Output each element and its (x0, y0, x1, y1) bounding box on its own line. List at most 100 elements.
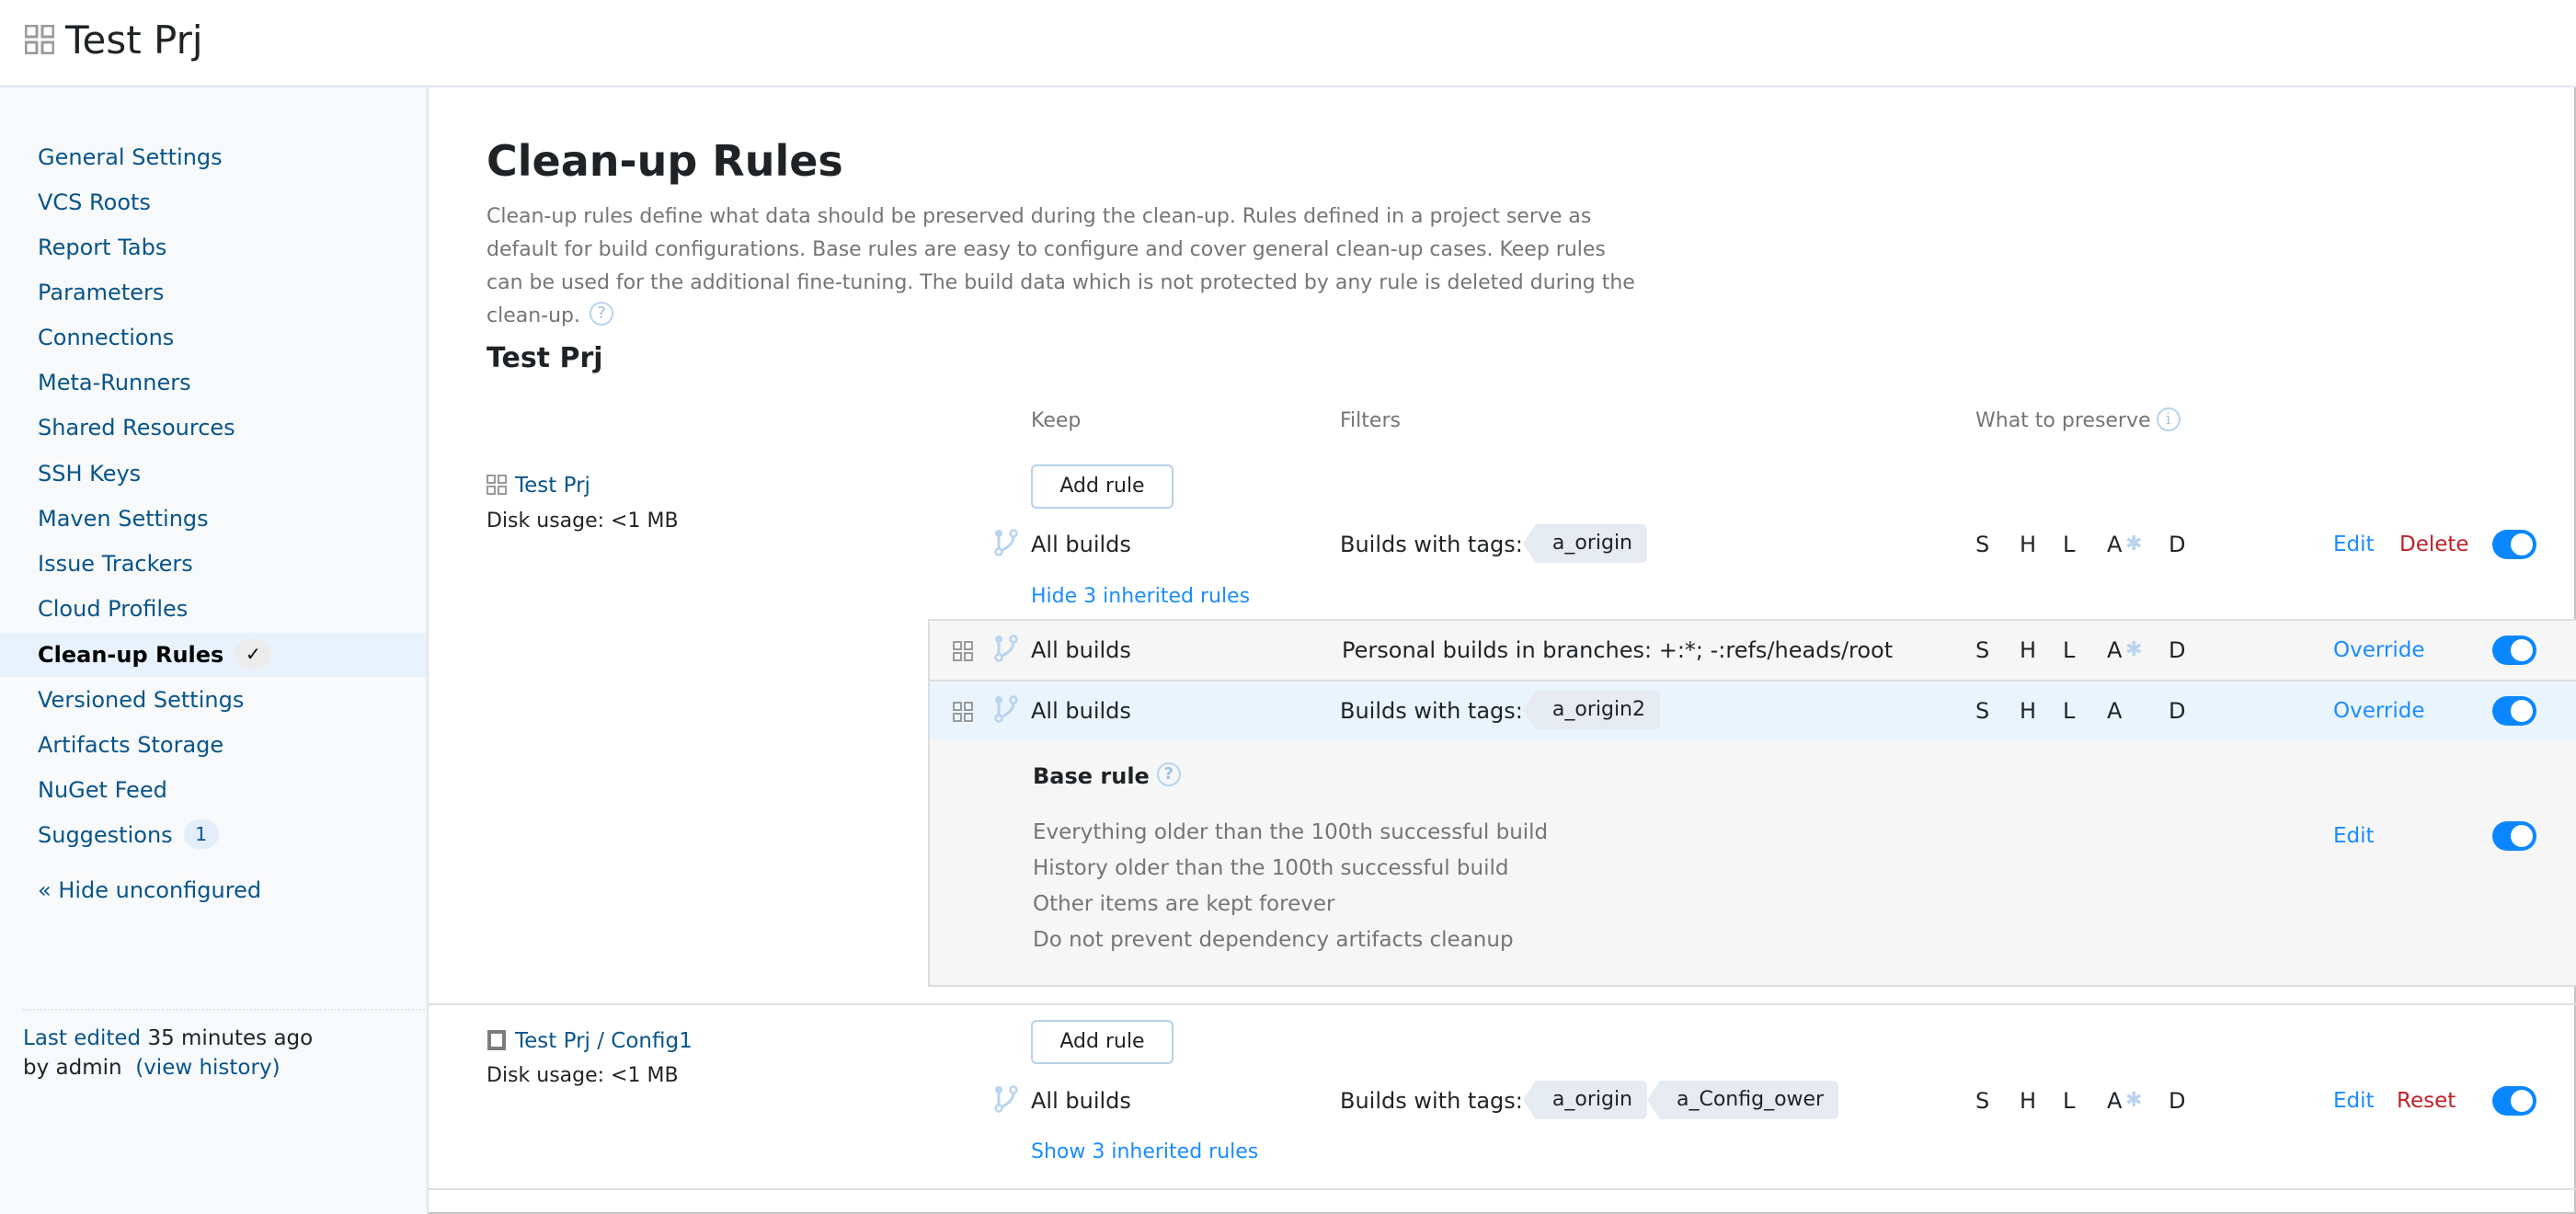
inherited-rule-row: All builds Personal builds in branches: … (0, 621, 2576, 680)
owner-divider (429, 1003, 2576, 1005)
help-icon[interactable]: ? (1156, 762, 1181, 786)
base-rule-line: Other items are kept forever (1033, 892, 1335, 916)
drag-handle-icon[interactable] (953, 641, 973, 661)
rule-enabled-toggle[interactable] (2492, 530, 2536, 559)
rule-enabled-toggle[interactable] (2492, 636, 2536, 665)
column-header-filters: Filters (1340, 409, 1401, 432)
artifacts-partial-icon: ✱ (2125, 638, 2143, 661)
flag-d: D (2169, 532, 2186, 557)
sidebar-item-label: Parameters (38, 280, 165, 305)
branch-icon (994, 695, 1018, 723)
base-rule-row: Edit (0, 807, 2576, 865)
tag-chip: a_Config_ower (1646, 1081, 1839, 1119)
flag-l: L (2063, 698, 2076, 724)
owner-name: Test Prj / Config1 (515, 1029, 693, 1053)
hide-unconfigured-link[interactable]: « Hide unconfigured (38, 872, 261, 909)
add-rule-button[interactable]: Add rule (1031, 1020, 1174, 1064)
sidebar-item-report-tabs[interactable]: Report Tabs (0, 225, 427, 269)
flag-d: D (2169, 1088, 2186, 1114)
branch-icon (994, 635, 1018, 662)
flag-a: A (2107, 1088, 2123, 1114)
page-title: Clean-up Rules (487, 136, 843, 186)
flag-l: L (2063, 1088, 2076, 1114)
sidebar-item-label: General Settings (38, 144, 223, 170)
filter-value: Builds with tags: a_origin a_Config_ower (1340, 1071, 1839, 1130)
filter-value: Builds with tags: a_origin (1340, 515, 1647, 574)
flag-l: L (2063, 532, 2076, 557)
reset-rule-link[interactable]: Reset (2397, 1071, 2456, 1130)
tag-chip: a_origin2 (1522, 691, 1660, 729)
edit-rule-link[interactable]: Edit (2333, 1071, 2375, 1130)
flag-d: D (2169, 637, 2186, 663)
description-text: Clean-up rules define what data should b… (487, 205, 1635, 327)
edit-base-rule-link[interactable]: Edit (2333, 807, 2375, 865)
delete-rule-link[interactable]: Delete (2399, 515, 2469, 574)
sidebar-item-meta-runners[interactable]: Meta-Runners (0, 361, 427, 405)
flag-h: H (2020, 637, 2037, 663)
last-edited-link[interactable]: Last edited (23, 1026, 141, 1050)
add-rule-button[interactable]: Add rule (1031, 464, 1174, 509)
sidebar-divider (23, 1009, 429, 1011)
base-rule-line: Do not prevent dependency artifacts clea… (1033, 928, 1514, 952)
help-icon[interactable]: ? (590, 302, 614, 326)
flag-a: A (2107, 698, 2123, 724)
branch-icon (994, 1085, 1018, 1113)
flag-d: D (2169, 698, 2186, 724)
sidebar-item-shared-resources[interactable]: Shared Resources (0, 406, 427, 450)
last-edited-time: 35 minutes ago (141, 1026, 314, 1050)
flag-a: A (2107, 532, 2123, 557)
keep-value: All builds (1031, 1088, 1131, 1114)
keep-value: All builds (1031, 698, 1131, 724)
filter-label: Builds with tags: (1340, 1088, 1523, 1114)
owner-build-config-link[interactable]: Test Prj / Config1 (487, 1025, 693, 1057)
page-description: Clean-up rules define what data should b… (487, 200, 1645, 333)
filter-label: Builds with tags: (1340, 532, 1523, 557)
flag-l: L (2063, 637, 2076, 663)
keep-value: All builds (1031, 637, 1131, 663)
sidebar-item-general-settings[interactable]: General Settings (0, 135, 427, 179)
override-rule-link[interactable]: Override (2333, 681, 2425, 740)
owner-project-link[interactable]: Test Prj (487, 470, 590, 501)
sidebar-item-ssh-keys[interactable]: SSH Keys (0, 452, 427, 496)
info-icon[interactable]: i (2156, 407, 2181, 431)
flag-s: S (1975, 637, 1990, 663)
flag-s: S (1975, 698, 1990, 724)
flag-h: H (2020, 1088, 2037, 1114)
filter-label: Builds with tags: (1340, 698, 1523, 724)
sidebar-item-label: Report Tabs (38, 235, 167, 260)
column-header-keep: Keep (1031, 409, 1082, 432)
preserve-label: What to preserve (1975, 409, 2151, 432)
rule-row: All builds Builds with tags: a_origin a_Co… (0, 1071, 2576, 1130)
artifacts-partial-icon: ✱ (2125, 533, 2143, 555)
show-inherited-rules-link[interactable]: Show 3 inherited rules (1031, 1136, 1258, 1169)
sidebar-item-label: Connections (38, 325, 175, 350)
base-rule-label: Base rule (1033, 763, 1150, 789)
filter-value: Personal builds in branches: +:*; -:refs… (1342, 637, 1894, 663)
rule-row: All builds Builds with tags: a_origin S H… (0, 515, 2576, 574)
branch-icon (994, 529, 1018, 556)
sidebar-item-label: NuGet Feed (38, 777, 167, 803)
project-grid-icon (25, 25, 54, 54)
rule-enabled-toggle[interactable] (2492, 696, 2536, 726)
rule-enabled-toggle[interactable] (2492, 1086, 2536, 1116)
sidebar-item-label: Cloud Profiles (38, 596, 189, 622)
column-header-preserve: What to preserve i (1975, 405, 2181, 438)
project-title: Test Prj (65, 17, 203, 63)
edit-rule-link[interactable]: Edit (2333, 515, 2375, 574)
sidebar-item-label: VCS Roots (38, 189, 151, 215)
owner-name: Test Prj (515, 474, 590, 498)
tag-chip: a_origin (1522, 524, 1647, 563)
sidebar-item-parameters[interactable]: Parameters (0, 270, 427, 315)
base-rule-enabled-toggle[interactable] (2492, 821, 2536, 851)
override-rule-link[interactable]: Override (2333, 621, 2425, 680)
sidebar-item-label: SSH Keys (38, 461, 142, 487)
hide-inherited-rules-link[interactable]: Hide 3 inherited rules (1031, 580, 1250, 613)
sidebar-item-vcs-roots[interactable]: VCS Roots (0, 180, 427, 224)
sidebar-item-nuget-feed[interactable]: NuGet Feed (0, 768, 427, 812)
project-grid-icon (487, 474, 507, 495)
keep-value: All builds (1031, 532, 1131, 557)
inherited-rule-row: All builds Builds with tags: a_origin2 S … (0, 681, 2576, 740)
sidebar-item-connections[interactable]: Connections (0, 315, 427, 360)
flag-h: H (2020, 698, 2037, 724)
drag-handle-icon[interactable] (953, 702, 973, 722)
